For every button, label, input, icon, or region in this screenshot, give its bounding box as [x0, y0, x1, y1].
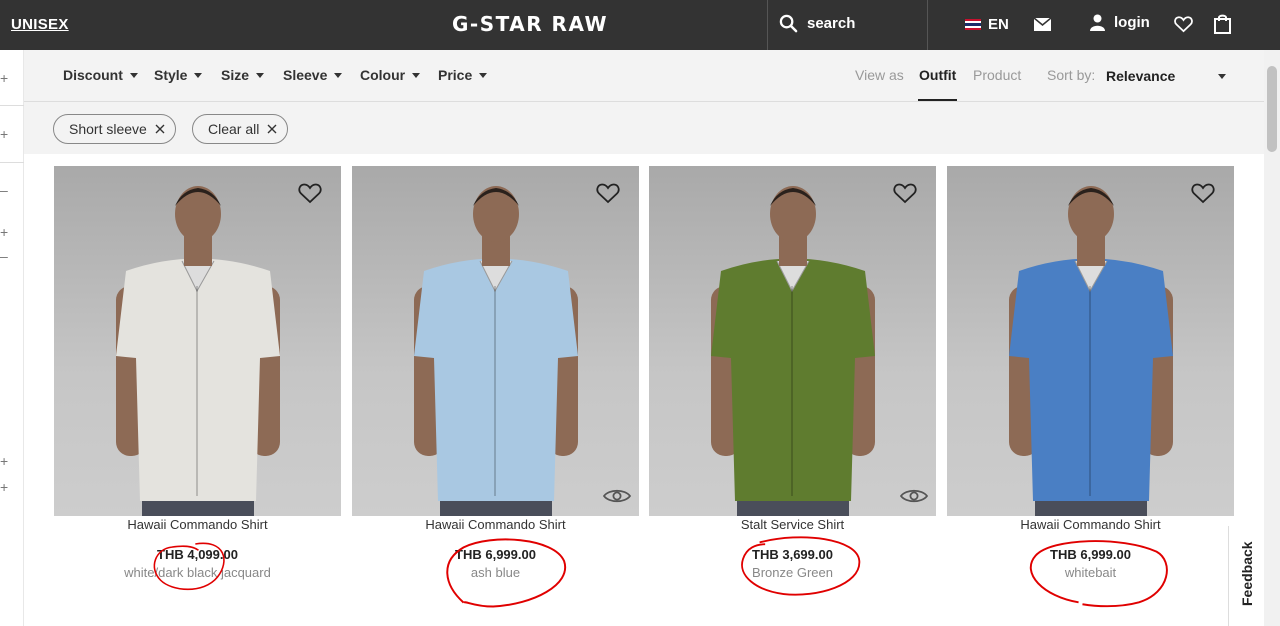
heart-icon — [298, 183, 322, 204]
wishlist-button[interactable] — [596, 182, 620, 209]
top-navigation-bar: UNISEX G-STAR RAW search EN login — [0, 0, 1280, 50]
view-as-label: View as — [855, 67, 904, 83]
search-label: search — [807, 15, 856, 32]
collapse-icon[interactable]: – — [0, 182, 10, 198]
mail-icon[interactable] — [1034, 18, 1051, 31]
caret-down-icon — [256, 72, 265, 78]
heart-icon — [893, 183, 917, 204]
active-tab-indicator — [918, 99, 957, 101]
divider — [767, 0, 768, 50]
divider — [0, 162, 24, 163]
clear-all-chip[interactable]: Clear all — [192, 114, 289, 144]
expand-icon[interactable]: + — [0, 224, 10, 240]
model-figure — [116, 186, 280, 516]
product-name[interactable]: Stalt Service Shirt — [649, 517, 936, 532]
sort-select[interactable]: Relevance — [1106, 68, 1175, 84]
filter-style[interactable]: Style — [154, 67, 203, 83]
caret-down-icon[interactable] — [1218, 74, 1226, 79]
view-product-tab[interactable]: Product — [973, 67, 1021, 83]
heart-icon — [1191, 183, 1215, 204]
product-price: THB 6,999.00 — [1050, 547, 1131, 562]
product-colour: Bronze Green — [752, 565, 833, 580]
filter-size[interactable]: Size — [221, 67, 265, 83]
divider — [0, 105, 24, 106]
product-image[interactable] — [649, 166, 936, 516]
model-figure — [1009, 186, 1173, 516]
eye-icon — [899, 489, 929, 503]
product-image[interactable] — [54, 166, 341, 516]
product-name[interactable]: Hawaii Commando Shirt — [54, 517, 341, 532]
wishlist-button[interactable] — [1191, 182, 1215, 209]
caret-down-icon — [129, 72, 138, 78]
expand-icon[interactable]: + — [0, 70, 10, 86]
bag-icon[interactable] — [1214, 14, 1231, 34]
login-button[interactable]: login — [1090, 14, 1150, 31]
quick-view-button[interactable] — [602, 488, 632, 509]
wishlist-button[interactable] — [298, 182, 322, 209]
scrollbar-thumb[interactable] — [1267, 66, 1277, 152]
product-name[interactable]: Hawaii Commando Shirt — [352, 517, 639, 532]
heart-icon[interactable] — [1174, 15, 1193, 33]
chip-short-sleeve[interactable]: Short sleeve — [53, 114, 176, 144]
caret-down-icon — [334, 72, 343, 78]
product-image[interactable] — [352, 166, 639, 516]
collapse-icon[interactable]: – — [0, 248, 10, 264]
caret-down-icon — [412, 72, 421, 78]
feedback-tab[interactable]: Feedback — [1228, 526, 1264, 626]
caret-down-icon — [194, 72, 203, 78]
brand-logo[interactable]: G-STAR RAW — [452, 12, 608, 36]
product-name[interactable]: Hawaii Commando Shirt — [947, 517, 1234, 532]
filter-discount[interactable]: Discount — [63, 67, 138, 83]
expand-icon[interactable]: + — [0, 479, 10, 495]
product-image[interactable] — [947, 166, 1234, 516]
product-price: THB 3,699.00 — [752, 547, 833, 562]
search-icon — [779, 14, 798, 33]
product-colour: whitebait — [1064, 565, 1117, 580]
model-figure — [711, 186, 875, 516]
filter-price[interactable]: Price — [438, 67, 488, 83]
active-filters: Short sleeve Clear all — [24, 102, 1264, 154]
user-icon — [1090, 14, 1105, 31]
flag-icon — [965, 19, 981, 31]
product-price: THB 4,099.00 — [157, 547, 238, 562]
sort-by-label: Sort by: — [1047, 67, 1096, 83]
filter-sleeve[interactable]: Sleeve — [283, 67, 343, 83]
divider — [927, 0, 928, 50]
filter-bar: Discount Style Size Sleeve Colour Price … — [24, 50, 1264, 102]
model-figure — [414, 186, 578, 516]
caret-down-icon — [479, 72, 488, 78]
search-button[interactable]: search — [779, 14, 855, 33]
login-label: login — [1114, 14, 1150, 31]
language-label: EN — [988, 16, 1009, 33]
wishlist-button[interactable] — [893, 182, 917, 209]
quick-view-button[interactable] — [899, 488, 929, 509]
filter-colour[interactable]: Colour — [360, 67, 421, 83]
close-icon[interactable] — [155, 124, 165, 134]
close-icon[interactable] — [267, 124, 277, 134]
product-price: THB 6,999.00 — [455, 547, 536, 562]
eye-icon — [602, 489, 632, 503]
heart-icon — [596, 183, 620, 204]
language-selector[interactable]: EN — [965, 16, 1009, 33]
left-sidebar-edge: + + – + – + + — [0, 50, 24, 626]
product-colour: ash blue — [470, 565, 521, 580]
product-colour: white/dark black jacquard — [124, 565, 271, 580]
view-outfit-tab[interactable]: Outfit — [919, 67, 956, 83]
expand-icon[interactable]: + — [0, 126, 10, 142]
expand-icon[interactable]: + — [0, 453, 10, 469]
unisex-link[interactable]: UNISEX — [11, 16, 69, 33]
